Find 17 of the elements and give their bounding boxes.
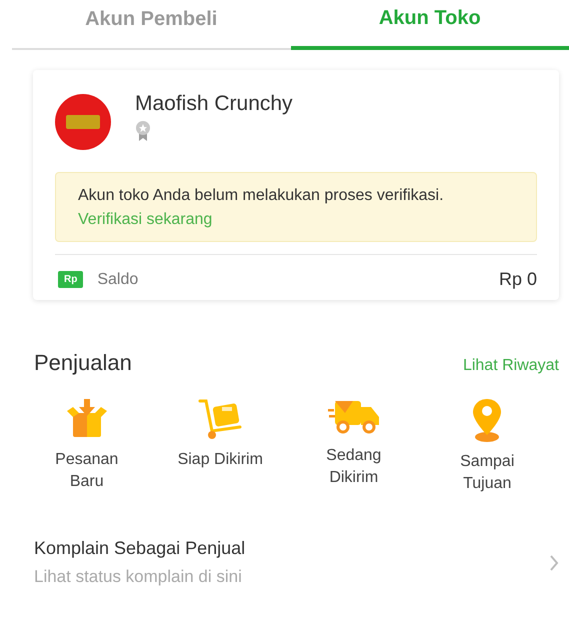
chevron-right-icon [549,554,559,570]
order-status-button[interactable]: Sampai Tujuan [420,396,554,496]
medal-icon [135,120,151,142]
order-status-button[interactable]: Siap Dikirim [154,396,287,496]
complaint-title: Komplain Sebagai Penjual [34,538,246,559]
order-status-button[interactable]: Pesanan Baru [20,396,154,496]
shop-name: Maofish Crunchy [135,92,293,116]
logo-placeholder [66,115,100,129]
hand-truck-icon [196,397,244,441]
order-status-button[interactable]: Sedang Dikirim [287,396,420,496]
section-title: Penjualan [34,350,132,376]
balance-label: Saldo [97,270,138,288]
balance-amount: Rp 0 [498,269,537,290]
notice-text: Akun toko Anda belum melakukan proses verifikasi. [78,187,445,205]
complaint-subtitle: Lihat status komplain di sini [34,567,243,587]
money-icon: Rp [58,271,84,288]
complaint-row[interactable]: Komplain Sebagai Penjual Lihat status komplain di sini [34,538,559,587]
